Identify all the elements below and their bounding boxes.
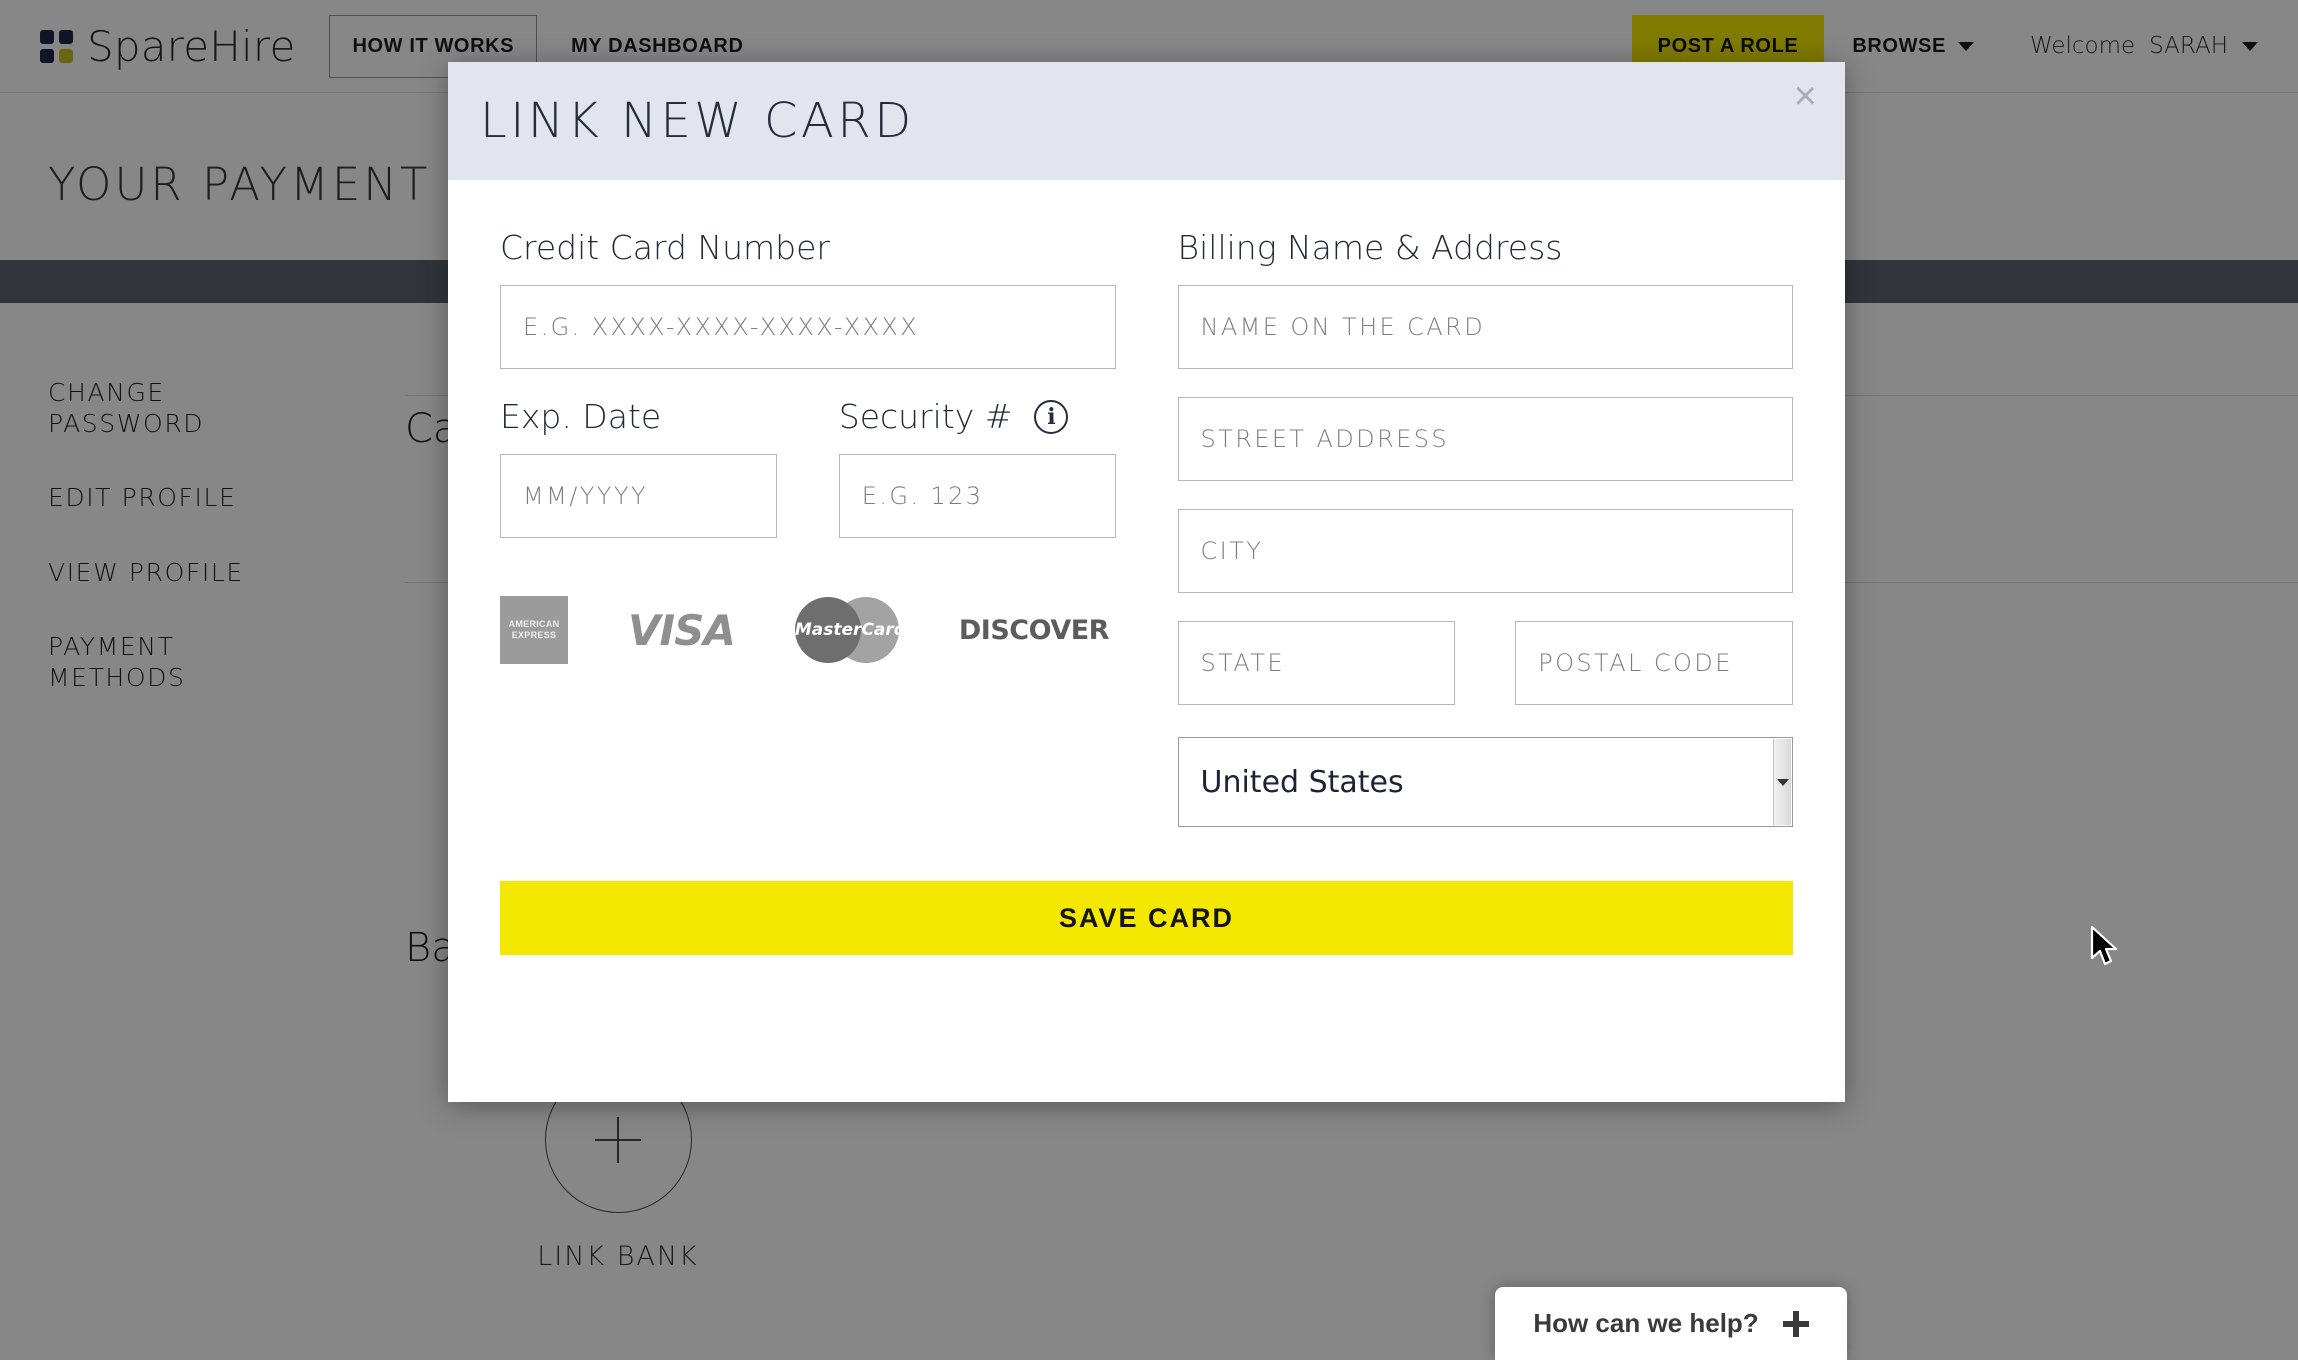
save-card-button[interactable]: SAVE CARD: [500, 881, 1793, 955]
postal-group: POSTAL CODE: [1515, 621, 1793, 733]
mastercard-label: MasterCard: [794, 620, 906, 640]
billing-address-column: Billing Name & Address NAME ON THE CARD …: [1177, 228, 1793, 827]
exp-date-label: Exp. Date: [500, 397, 662, 436]
modal-title: LINK NEW CARD: [480, 93, 915, 149]
security-code-group: Security # i E.G. 123: [838, 397, 1116, 566]
chevron-down-icon[interactable]: [1773, 739, 1791, 825]
street-address-input[interactable]: STREET ADDRESS: [1177, 397, 1793, 481]
help-widget[interactable]: How can we help?: [1495, 1287, 1847, 1360]
country-selected-value: United States: [1200, 764, 1404, 800]
security-code-input[interactable]: E.G. 123: [838, 454, 1116, 538]
postal-code-input[interactable]: POSTAL CODE: [1515, 621, 1793, 705]
exp-security-row: Exp. Date MM/YYYY Security # i E.G. 123: [500, 397, 1116, 566]
modal-body: Credit Card Number E.G. XXXX-XXXX-XXXX-X…: [448, 180, 1845, 827]
exp-date-input[interactable]: MM/YYYY: [500, 454, 777, 538]
credit-card-number-label: Credit Card Number: [500, 228, 830, 267]
state-postal-row: STATE POSTAL CODE: [1177, 621, 1793, 733]
exp-date-group: Exp. Date MM/YYYY: [500, 397, 777, 566]
amex-line1: AMERICAN: [508, 618, 560, 629]
info-circle-icon[interactable]: i: [1034, 399, 1069, 434]
state-input[interactable]: STATE: [1177, 621, 1456, 705]
link-new-card-modal: LINK NEW CARD × Credit Card Number E.G. …: [448, 62, 1845, 1102]
state-group: STATE: [1177, 621, 1456, 733]
plus-icon[interactable]: [1782, 1310, 1809, 1337]
amex-line2: EXPRESS: [511, 630, 557, 640]
city-input[interactable]: CITY: [1177, 509, 1793, 593]
accepted-card-brands: AMERICAN EXPRESS VISA MasterCard DISCOVE…: [500, 590, 1116, 670]
security-label-row: Security # i: [839, 397, 1116, 436]
mastercard-icon: MasterCard: [794, 597, 906, 663]
credit-card-number-input[interactable]: E.G. XXXX-XXXX-XXXX-XXXX: [500, 285, 1116, 369]
visa-icon: VISA: [628, 605, 736, 655]
american-express-icon: AMERICAN EXPRESS: [500, 596, 568, 664]
security-label: Security #: [838, 397, 1013, 436]
name-on-card-input[interactable]: NAME ON THE CARD: [1177, 285, 1793, 369]
country-select[interactable]: United States: [1177, 737, 1793, 827]
modal-header: LINK NEW CARD ×: [448, 62, 1845, 180]
discover-icon: DISCOVER: [958, 614, 1110, 646]
close-icon[interactable]: ×: [1794, 76, 1817, 116]
help-widget-label: How can we help?: [1533, 1308, 1759, 1338]
card-details-column: Credit Card Number E.G. XXXX-XXXX-XXXX-X…: [500, 228, 1116, 827]
billing-address-label: Billing Name & Address: [1177, 228, 1563, 267]
